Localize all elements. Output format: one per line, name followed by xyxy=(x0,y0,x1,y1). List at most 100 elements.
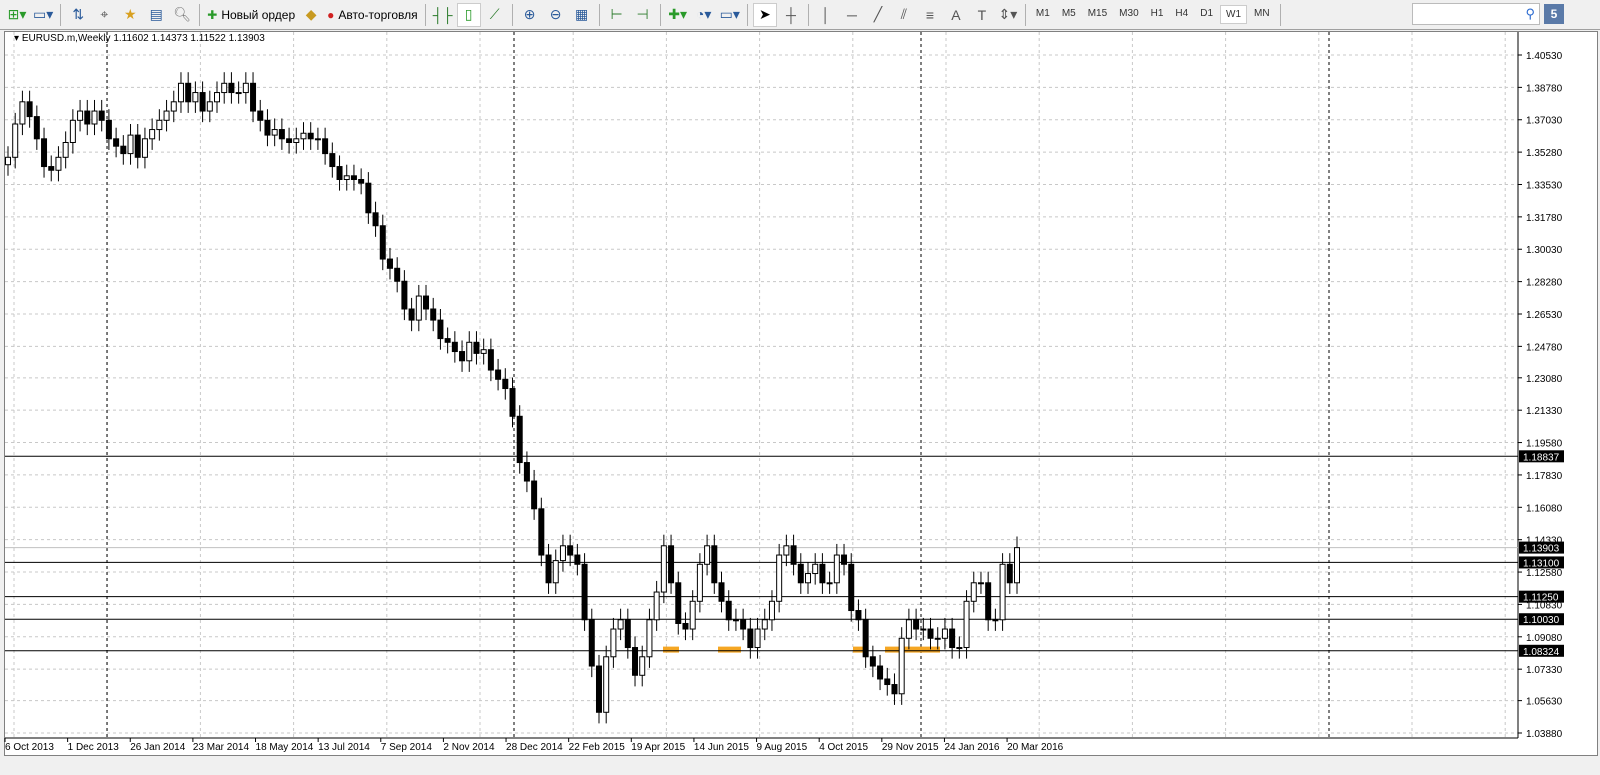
bear-candle xyxy=(595,665,602,713)
bear-candle xyxy=(372,212,379,227)
time-label: 23 Mar 2014 xyxy=(193,742,250,753)
bull-candle xyxy=(466,341,473,362)
bear-candle xyxy=(567,545,574,556)
bear-candle xyxy=(84,110,91,125)
bull-candle xyxy=(91,110,98,125)
bull-candle xyxy=(646,619,653,658)
bear-candle xyxy=(725,600,732,621)
time-label: 26 Jan 2014 xyxy=(130,742,185,753)
bull-candle xyxy=(480,349,487,354)
bull-candle xyxy=(610,628,617,658)
bull-candle xyxy=(956,647,963,650)
bear-candle xyxy=(668,545,675,584)
bear-candle xyxy=(718,582,725,602)
bull-candle xyxy=(761,619,768,630)
bear-candle xyxy=(927,628,934,639)
bull-candle xyxy=(293,138,300,144)
bear-candle xyxy=(819,563,826,584)
bear-candle xyxy=(740,619,747,630)
bear-candle xyxy=(495,369,502,380)
time-label: 18 May 2014 xyxy=(256,742,314,753)
bear-candle xyxy=(509,388,516,417)
time-label: 22 Feb 2015 xyxy=(569,742,626,753)
bull-candle xyxy=(5,156,11,166)
bull-candle xyxy=(242,82,249,94)
bear-candle xyxy=(841,554,848,565)
bear-candle xyxy=(790,545,797,565)
bear-candle xyxy=(473,341,480,354)
bear-candle xyxy=(884,678,891,686)
bull-candle xyxy=(214,92,221,103)
bear-candle xyxy=(98,110,105,121)
bull-candle xyxy=(1014,547,1020,584)
bear-candle xyxy=(862,619,869,658)
horizontal-level-label: 1.08324 xyxy=(1523,647,1560,658)
bull-candle xyxy=(552,560,559,584)
bear-candle xyxy=(451,341,458,353)
time-label: 29 Nov 2015 xyxy=(882,742,939,753)
bull-candle xyxy=(941,628,948,639)
bear-candle xyxy=(1006,563,1013,584)
bid-level-label: 1.13903 xyxy=(1523,544,1560,555)
bull-candle xyxy=(999,563,1006,621)
price-tick-label: 1.35280 xyxy=(1526,148,1563,159)
price-tick-label: 1.17830 xyxy=(1526,471,1563,482)
bear-candle xyxy=(401,280,408,310)
time-label: 14 Jun 2015 xyxy=(694,742,749,753)
bear-candle xyxy=(675,582,682,624)
bear-candle xyxy=(891,684,898,695)
bull-candle xyxy=(963,600,970,649)
bull-candle xyxy=(992,619,999,622)
time-label: 4 Oct 2015 xyxy=(819,742,868,753)
time-label: 6 Oct 2013 xyxy=(5,742,54,753)
bull-candle xyxy=(141,138,148,158)
bull-candle xyxy=(69,119,76,144)
bear-candle xyxy=(516,415,523,464)
price-tick-label: 1.16080 xyxy=(1526,503,1563,514)
bear-candle xyxy=(329,153,336,168)
price-tick-label: 1.23080 xyxy=(1526,374,1563,385)
bear-candle xyxy=(877,665,884,680)
bull-candle xyxy=(12,123,19,158)
bull-candle xyxy=(754,628,761,649)
bull-candle xyxy=(177,82,184,103)
time-label: 24 Jan 2016 xyxy=(944,742,999,753)
bear-candle xyxy=(250,82,257,112)
bear-candle xyxy=(444,338,451,343)
bear-candle xyxy=(459,351,466,362)
bear-candle xyxy=(113,138,120,147)
bull-candle xyxy=(192,92,199,103)
bull-candle xyxy=(314,138,321,141)
price-tick-label: 1.37030 xyxy=(1526,116,1563,127)
bear-candle xyxy=(523,462,530,482)
time-label: 2 Nov 2014 xyxy=(443,742,495,753)
bear-candle xyxy=(682,622,689,630)
bear-candle xyxy=(257,110,264,121)
bear-candle xyxy=(430,308,437,321)
bull-candle xyxy=(704,545,711,565)
bull-candle xyxy=(804,573,811,584)
bear-candle xyxy=(33,116,40,140)
bull-candle xyxy=(660,545,667,593)
bull-candle xyxy=(977,582,984,585)
bear-candle xyxy=(408,308,415,321)
time-label: 13 Jul 2014 xyxy=(318,742,370,753)
bear-candle xyxy=(545,554,552,584)
price-tick-label: 1.07330 xyxy=(1526,665,1563,676)
price-tick-label: 1.03880 xyxy=(1526,729,1563,740)
bear-candle xyxy=(632,647,639,676)
bull-candle xyxy=(920,628,927,631)
bear-candle xyxy=(379,225,386,260)
time-label: 20 Mar 2016 xyxy=(1007,742,1064,753)
price-tick-label: 1.19580 xyxy=(1526,439,1563,450)
bull-candle xyxy=(415,295,422,321)
bear-candle xyxy=(26,101,33,118)
price-tick-label: 1.28280 xyxy=(1526,278,1563,289)
bull-candle xyxy=(653,591,660,621)
bear-candle xyxy=(134,134,141,158)
bear-candle xyxy=(185,82,192,103)
support-zone xyxy=(718,646,741,653)
bull-candle xyxy=(235,92,242,95)
horizontal-level-label: 1.11250 xyxy=(1523,593,1559,604)
bear-candle xyxy=(228,82,235,94)
